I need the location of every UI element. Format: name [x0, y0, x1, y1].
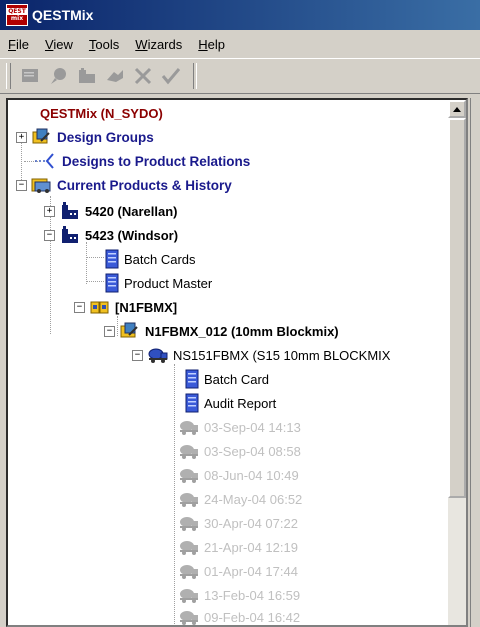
- tree-item-current-products[interactable]: − Current Products & History: [16, 174, 232, 196]
- pin-button[interactable]: [45, 62, 73, 90]
- mixer-truck-icon: [178, 537, 200, 557]
- check-button[interactable]: [157, 62, 185, 90]
- window-title: QESTMix: [32, 7, 94, 23]
- design-groups-icon: [31, 127, 53, 147]
- mixer-truck-icon: [178, 561, 200, 581]
- document-icon: [104, 273, 120, 293]
- tree-item-plant-5420[interactable]: + 5420 (Narellan): [44, 200, 178, 222]
- edit-card-button[interactable]: [17, 62, 45, 90]
- product-tree[interactable]: QESTMix (N_SYDO) + Design Groups Designs…: [6, 98, 468, 627]
- history-entry[interactable]: 08-Jun-04 10:49: [178, 464, 299, 486]
- history-entry[interactable]: 03-Sep-04 08:58: [178, 440, 301, 462]
- document-icon: [184, 369, 200, 389]
- delete-icon: [134, 67, 152, 85]
- history-entry[interactable]: 13-Feb-04 16:59: [178, 584, 300, 606]
- tree-item-root[interactable]: QESTMix (N_SYDO): [40, 102, 163, 124]
- tree-connector: [86, 281, 104, 282]
- menu-file[interactable]: File: [0, 37, 37, 52]
- expand-toggle[interactable]: +: [44, 205, 55, 217]
- plant-icon: [59, 201, 81, 221]
- mixer-truck-icon: [147, 345, 169, 365]
- relation-arrows-icon: [32, 151, 58, 171]
- history-entry[interactable]: 21-Apr-04 12:19: [178, 536, 298, 558]
- mixer-truck-icon: [178, 489, 200, 509]
- app-logo-icon: QEST mix: [6, 4, 28, 26]
- menu-bar: File View Tools Wizards Help: [0, 32, 480, 56]
- mixer-truck-icon: [178, 513, 200, 533]
- toolbar-separator: [193, 63, 197, 89]
- document-icon: [184, 393, 200, 413]
- menu-tools[interactable]: Tools: [81, 37, 127, 52]
- move-button[interactable]: [101, 62, 129, 90]
- title-bar: QEST mix QESTMix: [0, 0, 480, 30]
- tree-item-audit-report[interactable]: Audit Report: [184, 392, 276, 414]
- tree-item-batch-cards[interactable]: Batch Cards: [104, 248, 196, 270]
- tree-connector: [174, 364, 175, 624]
- plant-icon: [59, 225, 81, 245]
- tree-connector: [86, 242, 87, 284]
- collapse-toggle[interactable]: −: [16, 179, 27, 191]
- tree-item-design-groups[interactable]: + Design Groups: [16, 126, 154, 148]
- history-entry[interactable]: 01-Apr-04 17:44: [178, 560, 298, 582]
- menu-wizards[interactable]: Wizards: [127, 37, 190, 52]
- tree-item-plant-5423[interactable]: − 5423 (Windsor): [44, 224, 178, 246]
- collapse-toggle[interactable]: −: [104, 325, 115, 337]
- mixer-truck-icon: [178, 585, 200, 605]
- tree-item-ns151fbmx[interactable]: − NS151FBMX (S15 10mm BLOCKMIX: [132, 344, 390, 366]
- history-entry[interactable]: 03-Sep-04 14:13: [178, 416, 301, 438]
- scroll-up-button[interactable]: [448, 100, 466, 118]
- history-entry[interactable]: 24-May-04 06:52: [178, 488, 302, 510]
- arrow-up-icon: [453, 106, 461, 112]
- mixer-truck-icon: [178, 465, 200, 485]
- collapse-toggle[interactable]: −: [74, 301, 85, 313]
- mixer-truck-icon: [178, 607, 200, 625]
- vertical-scrollbar[interactable]: [448, 100, 466, 625]
- tree-item-product-master[interactable]: Product Master: [104, 272, 212, 294]
- tree-item-n1fbmx[interactable]: − [N1FBMX]: [74, 296, 177, 318]
- history-entry[interactable]: 30-Apr-04 07:22: [178, 512, 298, 534]
- history-entry[interactable]: 09-Feb-04 16:42: [178, 606, 300, 625]
- toolbar: [0, 58, 480, 94]
- collapse-toggle[interactable]: −: [44, 229, 55, 241]
- current-products-icon: [31, 175, 53, 195]
- mixer-truck-icon: [178, 441, 200, 461]
- check-icon: [161, 68, 181, 85]
- menu-help[interactable]: Help: [190, 37, 233, 52]
- delete-button[interactable]: [129, 62, 157, 90]
- add-product-icon: [79, 68, 95, 83]
- tree-item-n1fbmx-012[interactable]: − N1FBMX_012 (10mm Blockmix): [104, 320, 339, 342]
- tree-item-batch-card[interactable]: Batch Card: [184, 368, 269, 390]
- mixer-truck-icon: [178, 417, 200, 437]
- design-icon: [119, 321, 141, 341]
- scroll-thumb[interactable]: [448, 118, 466, 498]
- expand-toggle[interactable]: +: [16, 131, 27, 143]
- detail-panel-edge: [470, 98, 480, 627]
- document-icon: [104, 249, 120, 269]
- collapse-toggle[interactable]: −: [132, 349, 143, 361]
- edit-card-icon: [22, 69, 38, 82]
- product-group-icon: [89, 297, 111, 317]
- move-icon: [107, 70, 123, 82]
- toolbar-grip[interactable]: [6, 63, 11, 89]
- tree-connector: [86, 257, 104, 258]
- menu-view[interactable]: View: [37, 37, 81, 52]
- pin-icon: [51, 68, 66, 84]
- add-product-button[interactable]: [73, 62, 101, 90]
- tree-item-designs-to-product[interactable]: Designs to Product Relations: [32, 150, 250, 172]
